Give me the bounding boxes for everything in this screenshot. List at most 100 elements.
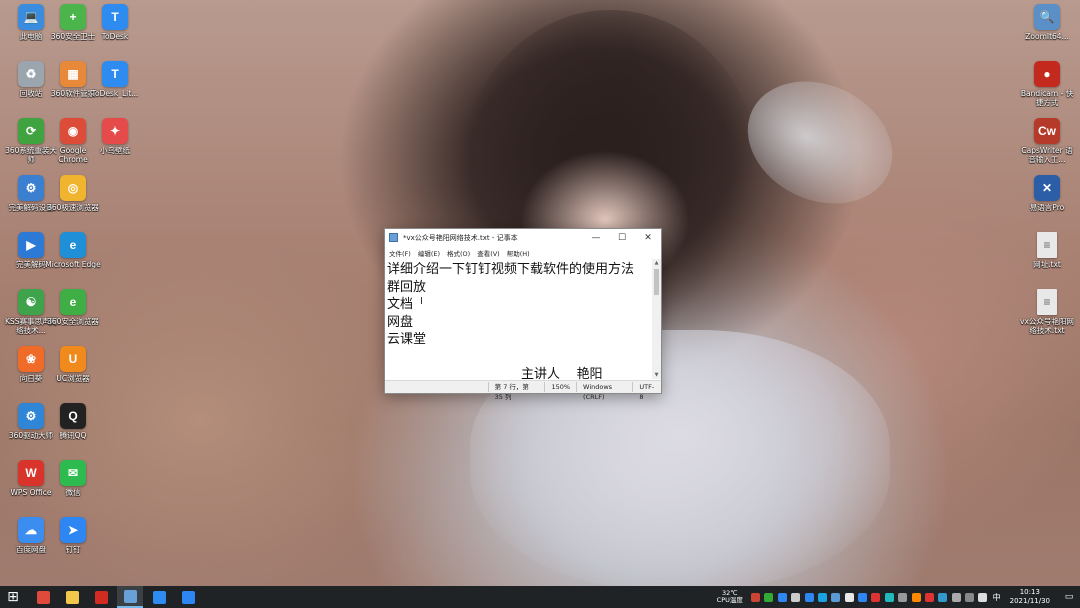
notepad-text-area[interactable]: 详细介绍一下钉钉视频下载软件的使用方法 群回放 文档 网盘 云课堂 主讲人 艳阳	[385, 259, 652, 382]
tray-icon[interactable]	[911, 592, 921, 602]
minimize-button[interactable]: —	[583, 233, 609, 243]
app-icon: 💻	[18, 4, 44, 30]
notepad-icon	[389, 233, 398, 242]
tray-icon[interactable]	[791, 592, 801, 602]
desktop-icon[interactable]: Q 腾讯QQ	[44, 403, 102, 440]
menu-file[interactable]: 文件(F)	[389, 248, 411, 258]
desktop-icon[interactable]: ✕ 易语言Pro	[1018, 175, 1076, 212]
notepad-icon	[123, 589, 137, 603]
taskbar-bandicam[interactable]	[88, 586, 114, 608]
app-icon: ⟳	[18, 118, 44, 144]
app-icon: Q	[60, 403, 86, 429]
tray-icon[interactable]	[831, 592, 841, 602]
status-zoom: 150%	[544, 382, 576, 392]
notification-button[interactable]: ▭	[1058, 586, 1080, 608]
menu-edit[interactable]: 编辑(E)	[418, 248, 440, 258]
status-eol: Windows (CRLF)	[576, 382, 632, 401]
taskbar-todesk[interactable]	[146, 586, 172, 608]
taskbar-notepad[interactable]	[117, 586, 143, 608]
desktop-icon[interactable]: ➤ 钉钉	[44, 517, 102, 554]
tray-icon[interactable]	[965, 592, 975, 602]
tray-icon[interactable]	[817, 592, 827, 602]
tray-icon[interactable]	[844, 592, 854, 602]
scroll-thumb[interactable]	[654, 269, 659, 295]
tray-icon[interactable]	[924, 592, 934, 602]
desktop-icon[interactable]: ◎ 360极速浏览器	[44, 175, 102, 212]
desktop-icon[interactable]: ≡ 网址.txt	[1018, 232, 1076, 269]
tray-icon[interactable]	[858, 592, 868, 602]
notepad-title-bar[interactable]: *vx公众号艳阳网络技术.txt - 记事本 — ☐ ✕	[385, 229, 661, 246]
app-icon: ▦	[60, 61, 86, 87]
tray-icon[interactable]	[884, 592, 894, 602]
close-button[interactable]: ✕	[635, 233, 661, 243]
desktop-icon-label: 360极速浏览器	[47, 203, 99, 212]
taskbar: ⊞ 32℃ CPU温度 中 10:13 2021/11/30 ▭	[0, 586, 1080, 608]
notepad-title: *vx公众号艳阳网络技术.txt - 记事本	[403, 233, 518, 242]
desktop-icon-label: 网址.txt	[1033, 260, 1061, 269]
menu-help[interactable]: 帮助(H)	[507, 248, 530, 258]
desktop-icon[interactable]: U UC浏览器	[44, 346, 102, 383]
desktop-icon[interactable]: ✦ 小鸟壁纸	[86, 118, 144, 155]
taskbar-app-360[interactable]	[30, 586, 56, 608]
file-explorer-icon	[65, 590, 79, 604]
desktop-icon-label: Bandicam - 快捷方式	[1020, 89, 1074, 107]
clock-date: 2021/11/30	[1009, 597, 1050, 605]
desktop-icon-label: 钉钉	[65, 545, 81, 554]
menu-format[interactable]: 格式(O)	[447, 248, 470, 258]
scroll-up-icon[interactable]: ▲	[652, 260, 661, 266]
desktop-icon-label: 360安全浏览器	[47, 317, 99, 326]
desktop-icon[interactable]: e Microsoft Edge	[44, 232, 102, 269]
tray-icons	[749, 592, 990, 602]
app-icon: +	[60, 4, 86, 30]
clock[interactable]: 10:13 2021/11/30	[1010, 588, 1050, 606]
vertical-scrollbar[interactable]: ▲ ▼	[652, 259, 661, 379]
tray-icon[interactable]	[751, 592, 761, 602]
app-icon: ▶	[18, 232, 44, 258]
desktop-icon[interactable]: T ToDesk_Lit...	[86, 61, 144, 98]
app-icon: ≡	[1037, 232, 1057, 258]
tray-icon[interactable]	[938, 592, 948, 602]
todesk-icon	[152, 590, 166, 604]
desktop-icon[interactable]: e 360安全浏览器	[44, 289, 102, 326]
taskbar-file-explorer[interactable]	[59, 586, 85, 608]
tray-icon[interactable]	[898, 592, 908, 602]
menu-view[interactable]: 查看(V)	[477, 248, 500, 258]
system-tray: 32℃ CPU温度 中 10:13 2021/11/30 ▭	[717, 586, 1080, 608]
desktop-icon-label: ZoomIt64...	[1025, 32, 1069, 41]
desktop-icon[interactable]: ● Bandicam - 快捷方式	[1018, 61, 1076, 107]
app-icon: ⚙	[18, 403, 44, 429]
app-icon: T	[102, 4, 128, 30]
tray-icon[interactable]	[871, 592, 881, 602]
notepad-menu-bar: 文件(F) 编辑(E) 格式(O) 查看(V) 帮助(H)	[385, 246, 661, 259]
desktop-icon-label: 微信	[65, 488, 81, 497]
tray-icon[interactable]	[777, 592, 787, 602]
text-line: 云课堂	[387, 332, 427, 347]
cpu-temp[interactable]: 32℃ CPU温度	[717, 590, 743, 604]
app-icon: W	[18, 460, 44, 486]
desktop-icon[interactable]: 🔍 ZoomIt64...	[1018, 4, 1076, 41]
ime-indicator[interactable]: 中	[993, 592, 1001, 603]
app-icon: 🔍	[1034, 4, 1060, 30]
maximize-button[interactable]: ☐	[609, 233, 635, 243]
start-button[interactable]: ⊞	[0, 586, 26, 608]
tray-icon[interactable]	[764, 592, 774, 602]
text-line: 群回放	[387, 279, 427, 295]
app-icon: ❀	[18, 346, 44, 372]
tray-icon[interactable]	[951, 592, 961, 602]
cpu-temp-label: CPU温度	[716, 596, 743, 604]
taskbar-dingtalk[interactable]	[175, 586, 201, 608]
desktop-icon[interactable]: T ToDesk	[86, 4, 144, 41]
app-icon: ✕	[1034, 175, 1060, 201]
desktop-icon[interactable]: ≡ vx公众号艳阳网络技术.txt	[1018, 289, 1076, 335]
notepad-window[interactable]: *vx公众号艳阳网络技术.txt - 记事本 — ☐ ✕ 文件(F) 编辑(E)…	[384, 228, 662, 401]
desktop-icon-label: 小鸟壁纸	[100, 146, 130, 155]
text-line-blank	[387, 349, 650, 367]
tray-icon[interactable]	[804, 592, 814, 602]
tray-icon[interactable]	[978, 592, 988, 602]
desktop-icon[interactable]: Cw CapsWriter 语音输入工...	[1018, 118, 1076, 164]
scroll-down-icon[interactable]: ▼	[652, 372, 661, 378]
desktop-icon[interactable]: ✉ 微信	[44, 460, 102, 497]
app-icon: ♻	[18, 61, 44, 87]
text-line: 文档	[387, 297, 414, 312]
desktop-icon-label: CapsWriter 语音输入工...	[1021, 146, 1073, 164]
